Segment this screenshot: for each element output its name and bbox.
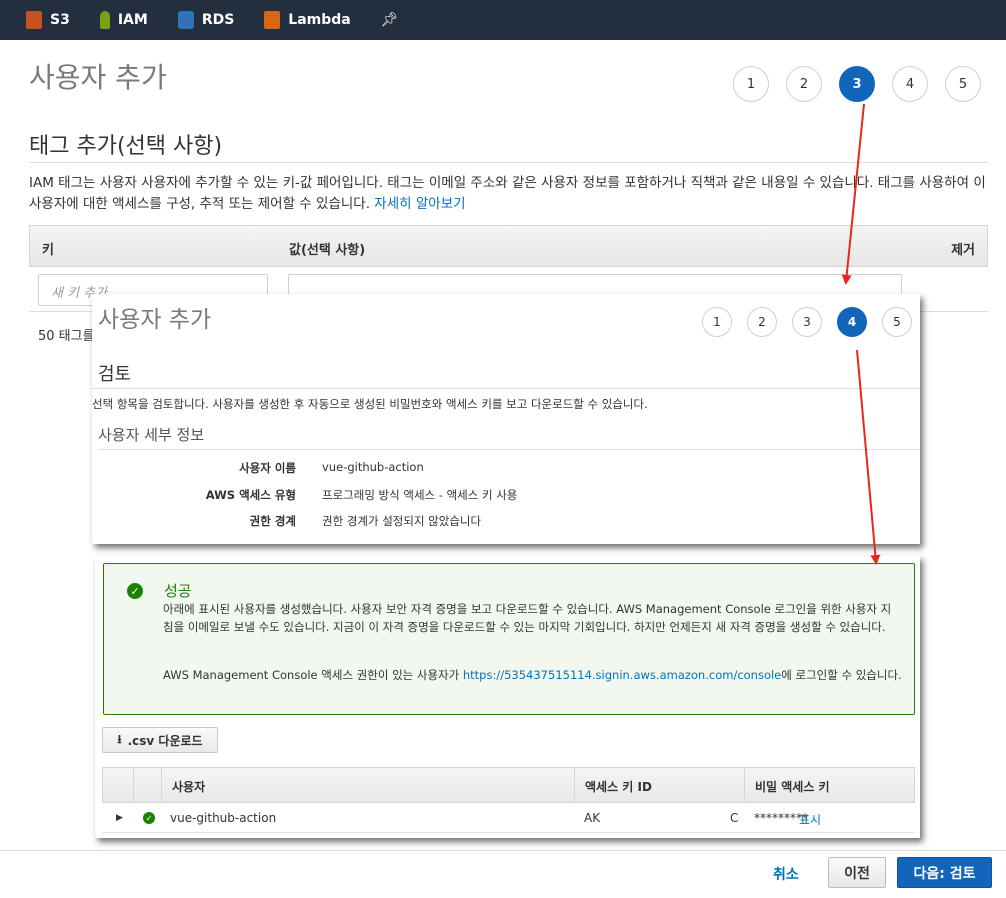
s3-icon [26,11,42,29]
divider [29,162,988,163]
tags-table-header: 키 값(선택 사항) 제거 [29,225,988,267]
review-page-title: 사용자 추가 [98,307,212,333]
console-url-link[interactable]: https://535437515114.signin.aws.amazon.c… [463,668,781,682]
detail-label: 사용자 이름 [239,461,296,475]
table-row: ▶ ✓ vue-github-action AK C ********* 표시 [102,803,915,833]
col-secret-key: 비밀 액세스 키 [755,780,830,794]
page-title: 사용자 추가 [29,61,167,94]
col-key: 키 [42,243,54,258]
console-access-text: AWS Management Console 액세스 권한이 있는 사용자가 h… [163,667,908,683]
nav-lambda[interactable]: Lambda [264,11,351,29]
review-screenshot-overlay: 사용자 추가 1 2 3 4 5 검토 선택 항목을 검토합니다. 사용자를 생… [92,294,920,544]
previous-button[interactable]: 이전 [828,857,886,888]
users-table: 사용자 액세스 키 ID 비밀 액세스 키 ▶ ✓ vue-github-act… [102,767,915,833]
step-3: 3 [792,307,822,337]
cancel-link[interactable]: 취소 [773,864,799,884]
step-2: 2 [786,66,822,102]
detail-row-permission-boundary: 권한 경계 권한 경계가 설정되지 않았습니다 [92,513,481,529]
tags-description: IAM 태그는 사용자 사용자에 추가할 수 있는 키-값 페어입니다. 태그는… [29,173,989,215]
success-title: 성공 [164,582,192,600]
nav-iam[interactable]: IAM [99,11,148,29]
col-user: 사용자 [172,780,206,794]
nav-rds[interactable]: RDS [177,11,235,29]
section-title: 태그 추가(선택 사항) [29,134,223,159]
column-separator [133,768,134,802]
review-section-title: 검토 [98,364,132,385]
learn-more-link[interactable]: 자세히 알아보기 [374,196,465,212]
next-review-button[interactable]: 다음: 검토 [897,857,992,888]
divider [98,449,920,450]
column-separator [574,768,575,802]
detail-row-username: 사용자 이름 vue-github-action [92,460,424,476]
pin-icon[interactable]: 📌︎ [381,12,399,28]
column-separator [161,768,162,802]
detail-value: 프로그래밍 방식 액세스 - 액세스 키 사용 [322,488,518,502]
col-access-key: 액세스 키 ID [585,780,652,794]
user-details-title: 사용자 세부 정보 [98,426,205,444]
col-value: 값(선택 사항) [289,243,366,258]
success-screenshot-overlay: ✓ 성공 아래에 표시된 사용자를 생성했습니다. 사용자 보안 자격 증명을 … [95,556,920,838]
detail-label: 권한 경계 [249,514,296,528]
step-5: 5 [882,307,912,337]
download-csv-label: .csv 다운로드 [127,733,203,748]
step-5: 5 [945,66,981,102]
step-indicator: 1 2 3 4 5 [733,66,998,102]
expand-caret-icon[interactable]: ▶ [116,813,123,823]
status-ok-icon: ✓ [143,812,155,824]
iam-icon [99,11,110,29]
description-text: IAM 태그는 사용자 사용자에 추가할 수 있는 키-값 페어입니다. 태그는… [29,175,986,212]
detail-label: AWS 액세스 유형 [205,488,296,502]
step-4-active: 4 [837,307,867,337]
detail-row-access-type: AWS 액세스 유형 프로그래밍 방식 액세스 - 액세스 키 사용 [92,487,518,503]
users-table-header: 사용자 액세스 키 ID 비밀 액세스 키 [102,767,915,803]
review-description: 선택 항목을 검토합니다. 사용자를 생성한 후 자동으로 생성된 비밀번호와 … [92,397,648,411]
row-username: vue-github-action [170,811,277,825]
detail-value: 권한 경계가 설정되지 않았습니다 [322,514,482,528]
console-suffix: 에 로그인할 수 있습니다. [781,668,902,682]
console-prefix: AWS Management Console 액세스 권한이 있는 사용자가 [163,668,463,682]
footer-divider [0,850,1006,851]
top-nav: S3 IAM RDS Lambda 📌︎ [0,0,1006,40]
rds-icon [177,11,194,29]
lambda-icon [264,11,281,29]
detail-value: vue-github-action [322,460,424,474]
show-secret-link[interactable]: 표시 [799,811,821,828]
step-2: 2 [747,307,777,337]
download-icon: ⭳ [117,731,122,746]
column-separator [744,768,745,802]
step-4: 4 [892,66,928,102]
review-step-indicator: 1 2 3 4 5 [702,307,927,337]
col-remove: 제거 [951,243,975,258]
tag-count-text: 50 태그를 [38,329,95,344]
step-1: 1 [702,307,732,337]
nav-s3[interactable]: S3 [26,11,70,29]
success-alert: ✓ 성공 아래에 표시된 사용자를 생성했습니다. 사용자 보안 자격 증명을 … [103,563,915,715]
success-body: 아래에 표시된 사용자를 생성했습니다. 사용자 보안 자격 증명을 보고 다운… [163,602,892,634]
divider [92,388,920,389]
nav-lambda-label: Lambda [288,12,351,28]
row-access-key-start: AK [584,811,601,825]
step-3-active: 3 [839,66,875,102]
nav-s3-label: S3 [50,12,70,28]
download-csv-button[interactable]: ⭳ .csv 다운로드 [102,727,218,753]
nav-iam-label: IAM [117,12,148,28]
success-check-icon: ✓ [127,583,143,599]
nav-rds-label: RDS [201,12,235,28]
row-access-key-end: C [730,811,739,825]
step-1: 1 [733,66,769,102]
